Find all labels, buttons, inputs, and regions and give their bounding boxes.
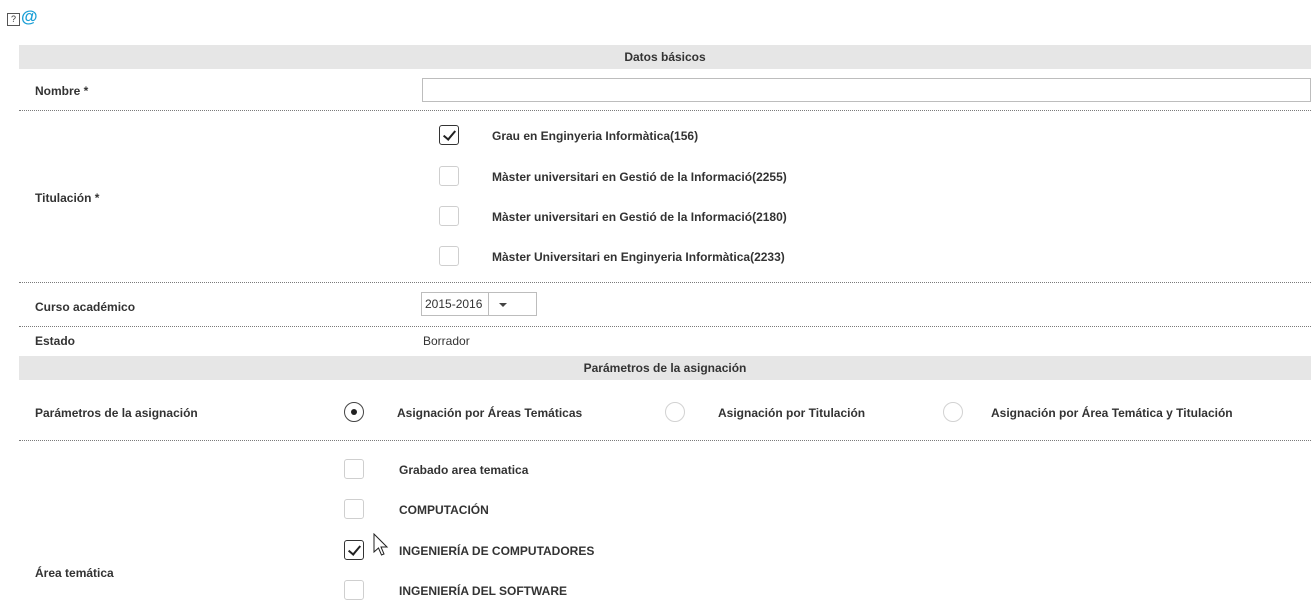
area-checkbox-3[interactable] xyxy=(344,540,364,560)
email-icon-glyph: @ xyxy=(21,7,38,26)
titulacion-option-1: Grau en Enginyeria Informàtica(156) xyxy=(492,129,699,143)
section-title: Parámetros de la asignación xyxy=(583,361,747,375)
divider xyxy=(19,326,1311,327)
curso-label: Curso académico xyxy=(35,300,136,314)
radio-area-y-titulacion[interactable] xyxy=(943,402,963,422)
radio-label-area-y-titulacion: Asignación por Área Temática y Titulació… xyxy=(991,406,1233,420)
titulacion-checkbox-3[interactable] xyxy=(439,206,459,226)
area-checkbox-4[interactable] xyxy=(344,580,364,600)
divider xyxy=(19,282,1311,283)
curso-select-value: 2015-2016 xyxy=(422,293,490,315)
area-checkbox-1[interactable] xyxy=(344,459,364,479)
nombre-input[interactable] xyxy=(422,78,1311,102)
help-icon[interactable]: ? xyxy=(7,13,20,26)
radio-label-areas-tematicas: Asignación por Áreas Temáticas xyxy=(397,406,583,420)
titulacion-option-3: Màster universitari en Gestió de la Info… xyxy=(492,210,787,224)
curso-select[interactable]: 2015-2016 xyxy=(421,292,537,316)
parametros-label: Parámetros de la asignación xyxy=(35,406,198,420)
area-checkbox-2[interactable] xyxy=(344,499,364,519)
area-option-2: COMPUTACIÓN xyxy=(399,503,489,517)
titulacion-option-4: Màster Universitari en Enginyeria Inform… xyxy=(492,250,785,264)
chevron-down-icon[interactable] xyxy=(489,293,517,315)
titulacion-checkbox-4[interactable] xyxy=(439,246,459,266)
estado-value: Borrador xyxy=(423,334,470,348)
radio-areas-tematicas[interactable] xyxy=(344,402,364,422)
radio-titulacion[interactable] xyxy=(665,402,685,422)
titulacion-checkbox-2[interactable] xyxy=(439,166,459,186)
divider xyxy=(19,110,1311,111)
titulacion-checkbox-1[interactable] xyxy=(439,125,459,145)
titulacion-option-2: Màster universitari en Gestió de la Info… xyxy=(492,170,787,184)
mouse-cursor-icon xyxy=(373,533,389,556)
estado-label: Estado xyxy=(35,334,76,348)
titulacion-label: Titulación * xyxy=(35,191,100,205)
section-header-parametros: Parámetros de la asignación xyxy=(19,356,1311,380)
area-option-1: Grabado area tematica xyxy=(399,463,529,477)
area-option-3: INGENIERÍA DE COMPUTADORES xyxy=(399,544,595,558)
help-icon-glyph: ? xyxy=(10,14,16,24)
divider xyxy=(19,440,1311,441)
area-option-4: INGENIERÍA DEL SOFTWARE xyxy=(399,584,568,598)
email-icon[interactable]: @ xyxy=(21,8,38,25)
radio-label-titulacion: Asignación por Titulación xyxy=(718,406,866,420)
section-title: Datos básicos xyxy=(624,50,706,64)
nombre-label: Nombre * xyxy=(35,84,89,98)
section-header-datos-basicos: Datos básicos xyxy=(19,45,1311,69)
area-tematica-label: Área temática xyxy=(35,566,114,580)
